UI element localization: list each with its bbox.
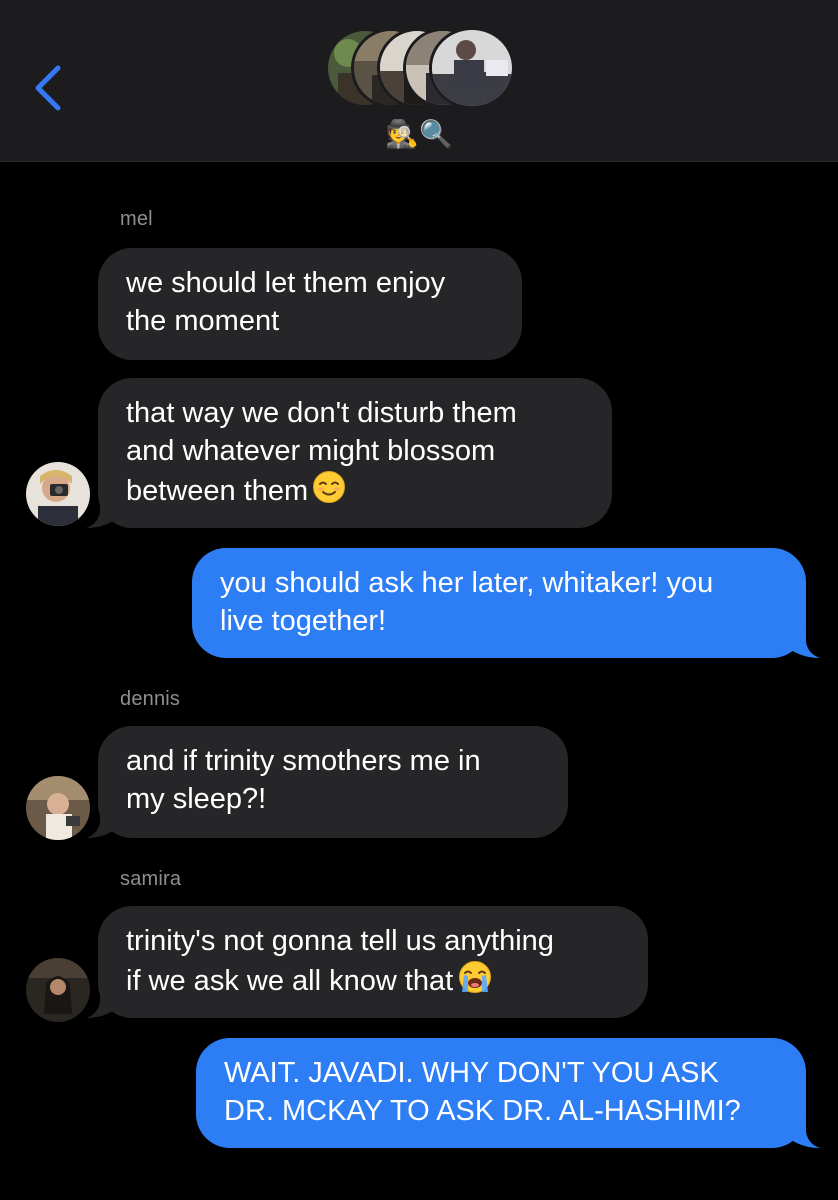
group-name[interactable]: 🕵🔍 — [0, 118, 838, 152]
samira-avatar[interactable] — [26, 958, 90, 1022]
outgoing-message-bubble[interactable]: you should ask her later, whitaker! you … — [192, 548, 806, 658]
back-button[interactable] — [28, 62, 68, 114]
bubble-tail — [786, 1118, 820, 1148]
chevron-left-icon — [35, 65, 61, 111]
bubble-tail — [86, 808, 120, 838]
incoming-message-bubble[interactable]: and if trinity smothers me in my sleep?! — [98, 726, 568, 838]
conversation-screen: 🕵🔍 mel we should let them enjoy the mome… — [0, 0, 838, 1200]
bubble-tail — [86, 988, 120, 1018]
conversation-header: 🕵🔍 — [0, 0, 838, 162]
incoming-message-bubble[interactable]: that way we don't disturb them and whate… — [98, 378, 612, 528]
sender-name: samira — [120, 868, 182, 890]
dennis-avatar[interactable] — [26, 776, 90, 840]
outgoing-message-bubble[interactable]: WAIT. JAVADI. WHY DON'T YOU ASK DR. MCKA… — [196, 1038, 806, 1148]
mel-avatar[interactable] — [26, 462, 90, 526]
incoming-message-bubble[interactable]: trinity's not gonna tell us anything if … — [98, 906, 648, 1018]
group-avatar-stack[interactable] — [325, 27, 517, 110]
group-member-avatar — [429, 27, 515, 109]
sender-name: dennis — [120, 688, 181, 710]
bubble-tail — [786, 628, 820, 658]
incoming-message-bubble[interactable]: we should let them enjoy the moment — [98, 248, 522, 360]
bubble-tail — [86, 498, 120, 528]
sender-name: mel — [120, 208, 153, 230]
loudly-crying-face-icon — [457, 960, 493, 1004]
relieved-face-icon — [312, 470, 346, 514]
